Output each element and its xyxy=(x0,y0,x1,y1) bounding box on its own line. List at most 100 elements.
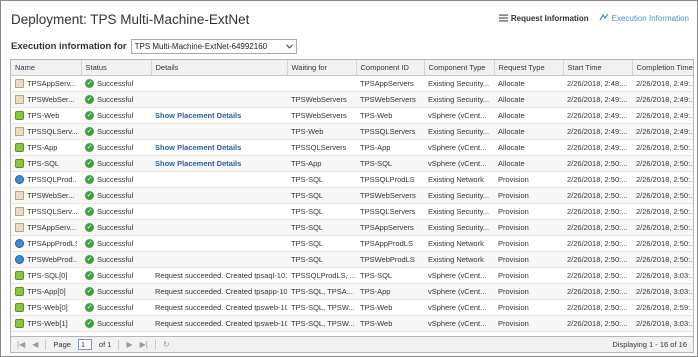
success-check-icon: ✓ xyxy=(85,110,94,120)
pager-separator xyxy=(45,339,47,350)
status-text: Successful xyxy=(97,158,134,168)
table-row[interactable]: TPS-Web[0] ✓ Successful Request succeeded. … xyxy=(11,299,693,316)
page-number-input[interactable]: 1 xyxy=(77,339,92,350)
completion-time-cell: 2/26/2018, 2:50:... xyxy=(632,155,693,172)
column-header-name[interactable]: Name xyxy=(11,60,82,76)
request-information-link[interactable]: Request Information xyxy=(498,14,589,24)
waiting-for-cell: TPS-App xyxy=(287,155,356,172)
name-cell: TPSAppServ... xyxy=(11,75,81,92)
column-header-component-id[interactable]: Component ID xyxy=(356,60,425,76)
completion-time-cell: 2/26/2018, 2:49:... xyxy=(632,91,693,108)
waiting-for-cell: TPS-Web xyxy=(287,123,356,140)
column-header-request-type[interactable]: Request Type xyxy=(494,60,564,76)
table-row[interactable]: TPSAppServ... ✓ Successful TPS-SQL TPSAppSer… xyxy=(11,219,693,236)
table-row[interactable]: TPS-App[0] ✓ Successful Request succeeded. … xyxy=(11,283,693,300)
component-id-cell: TPS-Web xyxy=(356,107,424,124)
status-cell: ✓ Successful xyxy=(81,171,151,188)
column-header-component-type[interactable]: Component Type xyxy=(424,60,495,76)
name-cell: TPS-App[0] xyxy=(11,283,81,300)
start-time-cell: 2/26/2018, 2:50:... xyxy=(563,171,632,188)
last-page-button[interactable]: ▶| xyxy=(140,340,148,349)
completion-time-cell: 2/26/2018, 3:03:... xyxy=(632,267,693,284)
details-cell xyxy=(151,235,287,252)
table-row[interactable]: TPS-App ✓ Successful Show Placement Details… xyxy=(11,139,693,156)
column-header-waiting-for[interactable]: Waiting for xyxy=(287,60,357,76)
show-placement-details-link[interactable]: Show Placement Details xyxy=(155,143,241,152)
status-cell: ✓ Successful xyxy=(81,315,151,332)
component-id-cell: TPS-Web xyxy=(356,299,424,316)
pager-separator xyxy=(154,339,156,350)
column-header-status[interactable]: Status xyxy=(81,60,152,76)
component-id-cell: TPS-SQL xyxy=(356,155,424,172)
table-row[interactable]: TPSSQLProd... ✓ Successful TPS-SQL TPSSQLPro… xyxy=(11,171,693,188)
completion-time-cell: 2/26/2018, 2:50:... xyxy=(632,171,693,188)
table-row[interactable]: TPSWebSer... ✓ Successful TPSWebServers TPSW… xyxy=(11,91,693,108)
status-cell-content: ✓ Successful xyxy=(85,78,147,88)
security-group-icon xyxy=(15,94,24,104)
show-placement-details-link[interactable]: Show Placement Details xyxy=(155,111,241,120)
table-row[interactable]: TPSSQLServ... ✓ Successful TPS-SQL TPSSQLSer… xyxy=(11,203,693,220)
name-cell-content: TPS-App xyxy=(15,142,77,152)
column-header-start-time[interactable]: Start Time xyxy=(563,60,633,76)
list-icon xyxy=(498,14,508,24)
component-id-cell: TPSWebServers xyxy=(356,187,424,204)
table-row[interactable]: TPSWebSer... ✓ Successful TPS-SQL TPSWebServ… xyxy=(11,187,693,204)
status-text: Successful xyxy=(97,206,134,216)
component-id-cell: TPSSQLProdLS xyxy=(356,171,424,188)
name-cell: TPS-SQL[0] xyxy=(11,267,81,284)
details-cell xyxy=(151,75,287,92)
success-check-icon: ✓ xyxy=(85,238,94,248)
status-text: Successful xyxy=(97,78,134,88)
table-row[interactable]: TPS-Web[1] ✓ Successful Request succeeded. … xyxy=(11,315,693,332)
table-row[interactable]: TPS-SQL[0] ✓ Successful Request succeeded. … xyxy=(11,267,693,284)
show-placement-details-link[interactable]: Show Placement Details xyxy=(155,159,241,168)
table-row[interactable]: TPSSQLServ... ✓ Successful TPS-Web TPSSQLSer… xyxy=(11,123,693,140)
start-time-cell: 2/26/2018, 2:50:... xyxy=(563,187,632,204)
waiting-for-cell: TPSWebServers xyxy=(287,91,356,108)
first-page-button[interactable]: |◀ xyxy=(17,340,25,349)
execution-grid: Name Status Details Waiting for Componen… xyxy=(10,59,694,337)
row-name: TPSSQLServ... xyxy=(27,126,77,136)
table-row[interactable]: TPSAppServ... ✓ Successful TPSAppServers Exi… xyxy=(11,75,693,92)
next-page-button[interactable]: ▶ xyxy=(126,340,132,349)
component-id-cell: TPSWebServers xyxy=(356,91,424,108)
execution-information-link[interactable]: Execution Information xyxy=(599,13,689,24)
table-row[interactable]: TPS-SQL ✓ Successful Show Placement Details… xyxy=(11,155,693,172)
column-header-details[interactable]: Details xyxy=(151,60,288,76)
component-type-cell: Existing Network xyxy=(424,171,494,188)
table-row[interactable]: TPSAppProdLS ✓ Successful TPS-SQL TPSAppProd… xyxy=(11,235,693,252)
status-text: Successful xyxy=(97,222,134,232)
table-row[interactable]: TPSWebProd... ✓ Successful TPS-SQL TPSWebPro… xyxy=(11,251,693,268)
start-time-cell: 2/26/2018, 2:48:... xyxy=(563,75,632,92)
status-text: Successful xyxy=(97,142,134,152)
component-type-cell: vSphere (vCent... xyxy=(424,315,494,332)
table-header-row: Name Status Details Waiting for Componen… xyxy=(11,60,693,76)
status-cell-content: ✓ Successful xyxy=(85,270,147,280)
component-type-cell: Existing Security... xyxy=(424,219,494,236)
completion-time-cell: 2/26/2018, 2:50:... xyxy=(632,251,693,268)
success-check-icon: ✓ xyxy=(85,254,94,264)
row-name: TPSWebSer... xyxy=(27,94,75,104)
component-id-cell: TPS-App xyxy=(356,139,424,156)
previous-page-button[interactable]: ◀ xyxy=(32,340,38,349)
request-type-cell: Provision xyxy=(494,299,563,316)
paging-info: Displaying 1 - 16 of 16 xyxy=(612,340,687,349)
component-type-cell: vSphere (vCent... xyxy=(424,155,494,172)
vm-icon xyxy=(15,270,24,280)
execution-select[interactable]: TPS Multi-Machine-ExtNet-64992160 xyxy=(130,39,297,54)
execution-for-label: Execution information for xyxy=(11,41,127,52)
name-cell-content: TPSSQLProd... xyxy=(15,174,77,184)
status-cell-content: ✓ Successful xyxy=(85,174,147,184)
waiting-for-cell: TPS-SQL xyxy=(287,235,356,252)
success-check-icon: ✓ xyxy=(85,158,94,168)
table-row[interactable]: TPS-Web ✓ Successful Show Placement Details… xyxy=(11,107,693,124)
row-name: TPSSQLProd... xyxy=(27,174,77,184)
status-cell: ✓ Successful xyxy=(81,139,151,156)
status-text: Successful xyxy=(97,270,134,280)
vm-icon xyxy=(15,286,24,296)
row-name: TPS-SQL xyxy=(27,158,60,168)
refresh-icon[interactable]: ↻ xyxy=(163,340,170,349)
name-cell-content: TPS-SQL xyxy=(15,158,77,168)
column-header-completion-time[interactable]: Completion Time xyxy=(632,60,693,76)
execution-select-value: TPS Multi-Machine-ExtNet-64992160 xyxy=(134,42,268,51)
